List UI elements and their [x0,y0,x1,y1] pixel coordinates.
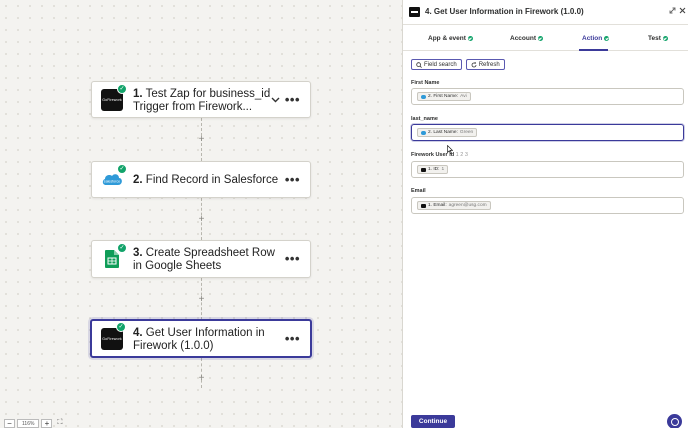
tab-label: Account [510,35,536,42]
check-icon: ✓ [117,84,127,94]
tab-test[interactable]: Test [648,35,668,42]
tab-label: App & event [428,35,466,42]
check-icon [662,36,668,41]
firework-user-id-field[interactable]: 1. ID: 1 [411,161,684,178]
search-icon [416,61,422,68]
zoom-in-button[interactable]: + [41,418,53,428]
firework-icon [421,203,426,208]
refresh-icon [471,61,477,67]
mouse-cursor-icon [447,145,453,154]
step-number: 1. [133,88,143,100]
salesforce-icon [421,94,426,99]
field-search-button[interactable]: Field search [411,59,462,70]
step-menu-button[interactable]: ••• [285,173,300,186]
step-title: Test Zap for business_id Trigger from Fi… [133,88,271,113]
tab-account[interactable]: Account [510,35,543,42]
zap-step-2[interactable]: salesforce ✓ 2. Find Record in Salesforc… [91,161,311,198]
tab-label: Test [648,35,661,42]
salesforce-icon [421,130,426,135]
check-icon: ✓ [117,164,127,174]
step-menu-button[interactable]: ••• [285,93,300,106]
zoom-controls: − 116% + ⛶ [4,418,65,428]
check-icon [467,36,473,41]
add-step-button[interactable]: + [196,134,207,145]
tab-action[interactable]: Action [582,35,610,42]
firework-icon [421,167,426,172]
zap-step-3[interactable]: ✓ 3. Create Spreadsheet Row in Google Sh… [91,240,311,278]
firework-icon [409,7,420,17]
active-tab-indicator [579,49,608,51]
zap-step-4[interactable]: GoFirework ✓ 4. Get User Information in … [90,319,312,358]
svg-text:salesforce: salesforce [104,179,120,183]
step-menu-button[interactable]: ••• [285,252,300,265]
step-number: 3. [133,247,143,259]
chevron-down-icon[interactable] [271,97,280,103]
field-type-hint: 1 2 3 [455,152,468,158]
mapped-value-pill[interactable]: 1. Email: agreen@usg.com [417,201,491,210]
refresh-button[interactable]: Refresh [465,59,505,70]
add-step-button[interactable]: + [196,214,207,225]
fit-view-icon[interactable]: ⛶ [54,419,65,428]
step-editor-panel: 4. Get User Information in Firework (1.0… [402,0,688,428]
continue-button[interactable]: Continue [411,415,455,428]
mapped-value-pill[interactable]: 2. Last Name: Green [417,128,478,137]
field-label-first-name: First Name [411,80,440,86]
step-menu-button[interactable]: ••• [285,332,300,345]
step-number: 4. [133,327,143,339]
field-label-last-name: last_name [411,116,438,122]
mapped-value-pill[interactable]: 1. ID: 1 [417,165,449,174]
add-step-button[interactable]: + [196,294,207,305]
step-number: 2. [133,174,143,186]
field-label-firework-user-id: Firework User id 1 2 3 [411,152,468,158]
check-icon: ✓ [117,243,127,253]
check-icon [604,36,610,41]
step-title: Create Spreadsheet Row in Google Sheets [133,247,275,272]
panel-tabs: App & event Account Action Test [403,25,688,51]
check-icon: ✓ [116,322,126,332]
expand-icon[interactable] [669,7,676,14]
last-name-field[interactable]: 2. Last Name: Green [411,124,684,141]
zoom-out-button[interactable]: − [4,418,15,428]
close-icon[interactable] [679,7,686,14]
step-title: Get User Information in Firework (1.0.0) [133,327,265,352]
field-label-email: Email [411,188,426,194]
add-step-button[interactable]: + [196,373,207,384]
panel-title: 4. Get User Information in Firework (1.0… [425,7,584,16]
panel-header: 4. Get User Information in Firework (1.0… [403,0,688,25]
step-title: Find Record in Salesforce [145,174,279,186]
check-icon [538,36,543,41]
tab-label: Action [582,35,603,42]
zoom-level: 116% [17,418,40,428]
field-tools: Field search Refresh [411,59,505,70]
zap-step-1[interactable]: GoFirework ✓ 1. Test Zap for business_id… [91,81,311,118]
first-name-field[interactable]: 2. First Name: Avi [411,88,684,105]
zap-canvas[interactable]: + + + + GoFirework ✓ 1. Test Zap for bus… [0,0,402,428]
tab-app-event[interactable]: App & event [428,35,473,42]
email-field[interactable]: 1. Email: agreen@usg.com [411,197,684,214]
help-chat-icon[interactable] [667,414,682,428]
mapped-value-pill[interactable]: 2. First Name: Avi [417,92,471,101]
